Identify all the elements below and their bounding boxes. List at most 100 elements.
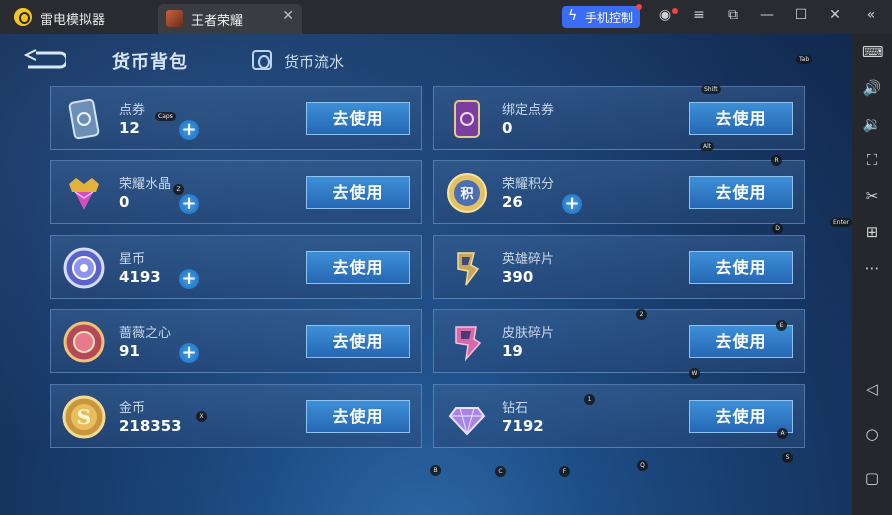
notification-dot [636,4,642,10]
currency-name: 星币 [119,252,146,267]
key-hint-c: C [495,466,506,477]
currency-card-bound-voucher: 绑定点券 0 去使用 [433,86,805,150]
currency-value: 390 [502,268,534,286]
close-tab-icon[interactable]: ✕ [282,8,294,24]
currency-value: 0 [119,193,130,211]
currency-value: 12 [119,119,140,137]
volume-down-icon[interactable]: 🔉 [862,114,882,134]
title-bar: 雷电模拟器 王者荣耀 ✕ ϟ 手机控制 ◉ ≡ ⧉ — ☐ ✕ « [0,0,892,34]
collapse-sidebar-icon[interactable]: « [861,7,881,23]
add-icon[interactable]: + [179,194,199,214]
add-icon[interactable]: + [179,269,199,289]
currency-card-hero-shard: 英雄碎片 390 去使用 [433,235,805,299]
page-title: 货币背包 [112,52,188,73]
phone-control-button[interactable]: ϟ 手机控制 [562,6,640,28]
key-hint-x: X [196,411,207,422]
tab-label: 王者荣耀 [191,14,244,29]
scissors-icon[interactable]: ✂ [862,186,882,206]
currency-value: 218353 [119,417,182,435]
key-hint-r: R [771,155,782,166]
pin-icon[interactable]: ⧉ [723,7,743,23]
voucher-card-icon [68,98,100,140]
crystal-icon [69,178,99,210]
add-app-icon[interactable]: ⊞ [862,222,882,242]
currency-value: 19 [502,342,523,360]
key-hint-s: S [782,452,793,463]
currency-value: 4193 [119,268,161,286]
keyboard-icon[interactable]: ⌨ [862,42,884,62]
game-icon [166,10,183,27]
use-button[interactable]: 去使用 [306,400,410,433]
currency-value: 7192 [502,417,544,435]
svg-text:S: S [77,405,91,429]
use-button[interactable]: 去使用 [689,251,793,284]
volume-up-icon[interactable]: 🔊 [862,78,882,98]
key-hint-2: 2 [636,309,647,320]
currency-value: 0 [502,119,513,137]
currency-card-rose-heart: 蔷薇之心 91 + 去使用 [50,309,422,373]
glory-points-icon: 积 [447,173,487,213]
currency-name: 绑定点券 [502,103,555,118]
currency-card-gold: S 金币 218353 去使用 [50,384,422,448]
key-hint-enter: Enter [830,218,853,227]
app-name: 雷电模拟器 [40,13,106,28]
key-hint-caps: Caps [155,112,176,121]
key-hint-q: Q [637,460,648,471]
rose-heart-icon [63,321,105,363]
key-hint-z: Z [173,184,184,195]
gold-coin-icon: S [62,395,106,439]
bound-voucher-icon [454,100,480,138]
currency-card-skin-shard: 皮肤碎片 19 去使用 [433,309,805,373]
home-nav-icon[interactable]: ○ [862,424,882,444]
currency-flow-icon[interactable] [252,50,272,70]
back-nav-icon[interactable]: ◁ [862,379,882,399]
diamond-icon [448,407,486,436]
currency-value: 26 [502,193,523,211]
currency-card-glory-points: 积 荣耀积分 26 + 去使用 [433,160,805,224]
currency-card-star-coin: 星币 4193 + 去使用 [50,235,422,299]
use-button[interactable]: 去使用 [689,400,793,433]
tab-game[interactable]: 王者荣耀 ✕ [158,4,302,34]
key-hint-alt: Alt [700,142,715,151]
hero-shard-icon [457,252,480,286]
currency-name: 蔷薇之心 [119,326,172,341]
app-logo-icon [14,8,32,26]
minimize-icon[interactable]: — [757,7,777,23]
use-button[interactable]: 去使用 [689,102,793,135]
add-icon[interactable]: + [179,120,199,140]
currency-flow-link[interactable]: 货币流水 [284,51,344,72]
key-hint-shift: Shift [701,85,721,94]
key-hint-d: D [772,223,783,234]
add-icon[interactable]: + [179,343,199,363]
use-button[interactable]: 去使用 [306,176,410,209]
phone-control-label: 手机控制 [585,11,634,25]
more-icon[interactable]: ⋯ [862,258,882,278]
menu-icon[interactable]: ≡ [689,7,709,23]
screenshot-icon[interactable]: ⛶ [862,150,882,170]
game-screen: 货币背包 货币流水 点券 12 + 去使用 绑定点券 0 去使用 荣耀水晶 0 … [0,34,853,515]
currency-name: 钻石 [502,401,529,416]
key-hint-b: B [430,465,441,476]
currency-name: 荣耀水晶 [119,177,172,192]
currency-name: 荣耀积分 [502,177,555,192]
currency-card-glory-crystal: 荣耀水晶 0 + 去使用 [50,160,422,224]
key-hint-a: A [777,428,788,439]
close-window-icon[interactable]: ✕ [825,7,845,23]
use-button[interactable]: 去使用 [306,325,410,358]
emulator-sidebar: ⌨ 🔊 🔉 ⛶ ✂ ⊞ ⋯ ◁ ○ ▢ [852,34,892,515]
key-hint-f: F [559,466,570,477]
recents-nav-icon[interactable]: ▢ [862,468,882,488]
user-notification-dot [672,8,678,14]
key-hint-e: E [776,320,787,331]
back-icon[interactable] [22,49,66,71]
use-button[interactable]: 去使用 [306,251,410,284]
lightning-icon: ϟ [568,8,578,24]
maximize-icon[interactable]: ☐ [791,7,811,23]
use-button[interactable]: 去使用 [306,102,410,135]
currency-card-dianquan: 点券 12 + 去使用 [50,86,422,150]
svg-text:积: 积 [460,186,473,202]
currency-name: 皮肤碎片 [502,326,555,341]
add-icon[interactable]: + [562,194,582,214]
use-button[interactable]: 去使用 [689,176,793,209]
currency-name: 点券 [119,103,146,118]
